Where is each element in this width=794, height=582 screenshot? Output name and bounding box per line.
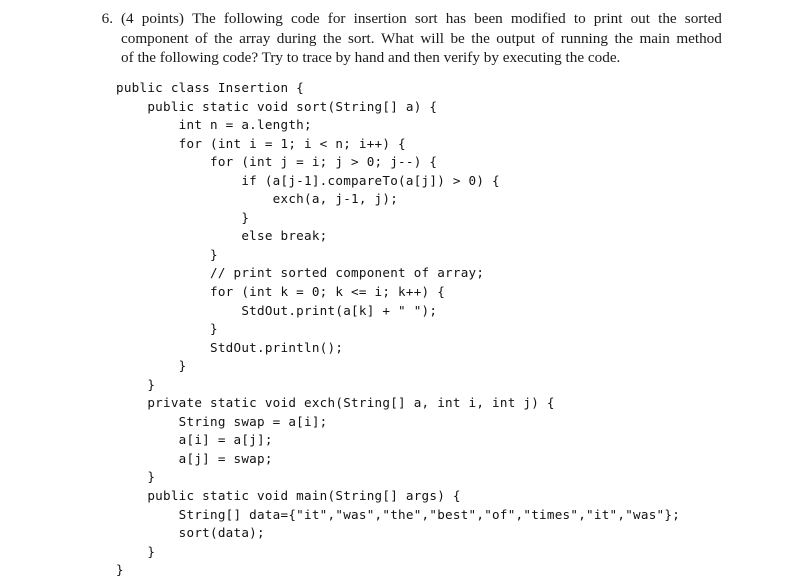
question-text: (4 points) The following code for insertion sor… [121, 9, 722, 68]
code-line: } [116, 358, 187, 374]
question-line: component of the array during the sort. What wil… [121, 29, 722, 47]
question-line: of the following code? Try to trace by h… [121, 49, 621, 66]
code-line: } [116, 543, 156, 559]
code-line: for (int k = 0; k <= i; k++) { [116, 284, 446, 300]
question-line: (4 points) The following code for insertion sor… [121, 10, 722, 27]
code-line: int n = a.length; [116, 117, 312, 133]
code-line: } [116, 246, 218, 262]
code-line: exch(a, j-1, j); [116, 191, 399, 207]
question-number: 6. [101, 10, 113, 27]
document-page: 6. (4 points) The following code for insertion… [0, 0, 794, 582]
code-line: StdOut.println(); [116, 339, 344, 355]
code-line: sort(data); [116, 525, 265, 541]
code-line: a[j] = swap; [116, 450, 273, 466]
code-line: String swap = a[i]; [116, 413, 328, 429]
code-line: public class Insertion { [116, 80, 305, 95]
code-line: } [116, 562, 124, 578]
code-line: } [116, 469, 156, 485]
code-line: for (int i = 1; i < n; i++) { [116, 135, 406, 151]
code-line: // print sorted component of array; [116, 265, 485, 281]
code-line: public static void main(String[] args) { [116, 488, 461, 504]
code-line: private static void exch(String[] a, int… [116, 395, 555, 411]
code-line: else break; [116, 228, 328, 244]
code-listing: public class Insertion { public static v… [116, 79, 680, 580]
code-line: for (int j = i; j > 0; j--) { [116, 154, 438, 170]
question-block: 6. (4 points) The following code for insertion… [96, 9, 722, 68]
code-line: } [116, 376, 156, 392]
code-line: public static void sort(String[] a) { [116, 98, 438, 114]
code-line: if (a[j-1].compareTo(a[j]) > 0) { [116, 172, 500, 188]
code-line: } [116, 209, 250, 225]
code-line: a[i] = a[j]; [116, 432, 273, 448]
code-line: } [116, 321, 218, 337]
code-line: StdOut.print(a[k] + " "); [116, 302, 438, 318]
code-line: String[] data={"it","was","the","best","… [116, 506, 681, 522]
